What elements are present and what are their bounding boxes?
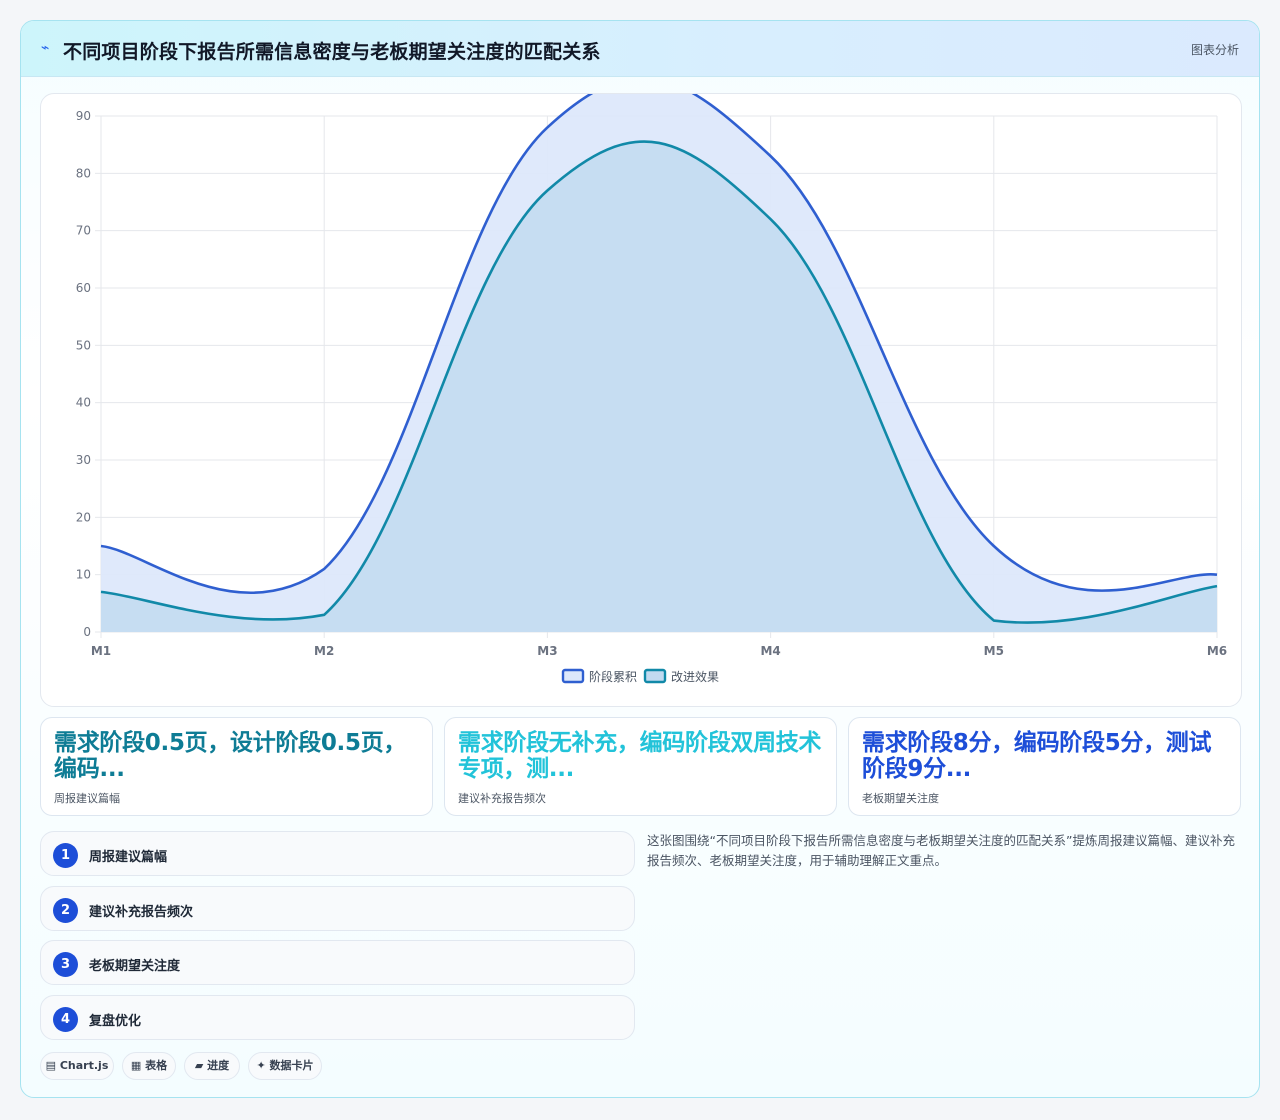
chart-icon: ▤ (45, 1059, 57, 1072)
y-tick-label: 70 (76, 224, 91, 238)
legend-swatch-2 (643, 668, 667, 684)
sparkle-icon: ✦ (256, 1059, 266, 1072)
step-label: 老板期望关注度 (89, 959, 181, 974)
tag-progress[interactable]: ▰ 进度 (184, 1052, 240, 1080)
tag-table[interactable]: ▦ 表格 (122, 1052, 176, 1080)
x-tick-label: M1 (91, 644, 111, 658)
tag-label: Chart.js (59, 1059, 109, 1072)
main-card: ⌁ 不同项目阶段下报告所需信息密度与老板期望关注度的匹配关系 图表分析 0 10 2… (20, 20, 1260, 1098)
table-icon: ▦ (130, 1059, 142, 1072)
y-tick-label: 90 (76, 109, 91, 123)
y-tick-label: 50 (76, 338, 91, 352)
step-item-1[interactable]: 1 周报建议篇幅 (40, 831, 635, 876)
step-label: 周报建议篇幅 (89, 850, 168, 865)
x-tick-label: M5 (984, 644, 1004, 658)
stat-value: 需求阶段无补充，编码阶段双周技术专项，测... (458, 730, 822, 782)
legend-label-1: 阶段累积 (589, 669, 637, 684)
step-number: 3 (53, 952, 78, 977)
chart-description: 这张图围绕“不同项目阶段下报告所需信息密度与老板期望关注度的匹配关系”提炼周报建… (647, 833, 1235, 868)
y-tick-label: 10 (76, 568, 91, 582)
stat-label: 老板期望关注度 (862, 792, 939, 805)
step-number: 4 (53, 1007, 78, 1032)
step-item-2[interactable]: 2 建议补充报告频次 (40, 886, 635, 931)
chart-analysis-link[interactable]: 图表分析 (1191, 41, 1239, 58)
y-tick-label: 60 (76, 281, 91, 295)
chart-container: 0 10 20 30 40 50 60 70 80 90 M1 M2 M3 M4 M5 M6 阶段累积 改进效… (40, 93, 1242, 707)
card-header: ⌁ 不同项目阶段下报告所需信息密度与老板期望关注度的匹配关系 图表分析 (21, 21, 1259, 77)
tag-data-card[interactable]: ✦ 数据卡片 (248, 1052, 322, 1080)
y-tick-label: 30 (76, 453, 91, 467)
y-tick-label: 80 (76, 166, 91, 180)
x-tick-label: M4 (760, 644, 780, 658)
page-title: 不同项目阶段下报告所需信息密度与老板期望关注度的匹配关系 (63, 41, 601, 63)
stat-card-frequency: 需求阶段无补充，编码阶段双周技术专项，测... 建议补充报告频次 (444, 717, 837, 816)
step-item-4[interactable]: 4 复盘优化 (40, 995, 635, 1040)
step-item-3[interactable]: 3 老板期望关注度 (40, 940, 635, 985)
stat-value: 需求阶段8分，编码阶段5分，测试阶段9分... (862, 730, 1212, 782)
y-tick-label: 40 (76, 396, 91, 410)
x-tick-label: M6 (1207, 644, 1227, 658)
tag-label: 数据卡片 (269, 1059, 314, 1072)
x-tick-label: M3 (537, 644, 557, 658)
legend-label-2: 改进效果 (671, 669, 719, 684)
step-number: 2 (53, 898, 78, 923)
y-tick-label: 20 (76, 510, 91, 524)
tag-label: 进度 (207, 1059, 230, 1072)
stat-card-length: 需求阶段0.5页，设计阶段0.5页，编码... 周报建议篇幅 (40, 717, 433, 816)
progress-icon: ▰ (194, 1059, 204, 1072)
step-label: 建议补充报告频次 (89, 905, 194, 920)
step-label: 复盘优化 (89, 1014, 142, 1029)
stat-card-attention: 需求阶段8分，编码阶段5分，测试阶段9分... 老板期望关注度 (848, 717, 1241, 816)
x-tick-label: M2 (314, 644, 334, 658)
series-area-2 (101, 141, 1217, 633)
stat-label: 周报建议篇幅 (54, 792, 120, 805)
legend-swatch-1 (561, 668, 585, 684)
y-tick-label: 0 (83, 625, 91, 639)
chart-line-icon: ⌁ (41, 40, 50, 56)
stat-label: 建议补充报告频次 (458, 792, 546, 805)
step-number: 1 (53, 843, 78, 868)
tag-label: 表格 (145, 1059, 168, 1072)
stat-value: 需求阶段0.5页，设计阶段0.5页，编码... (54, 730, 407, 782)
tag-chartjs[interactable]: ▤ Chart.js (40, 1052, 114, 1080)
area-chart: 0 10 20 30 40 50 60 70 80 90 M1 M2 M3 M4 M5 M6 阶段累积 改进效… (76, 94, 1227, 684)
